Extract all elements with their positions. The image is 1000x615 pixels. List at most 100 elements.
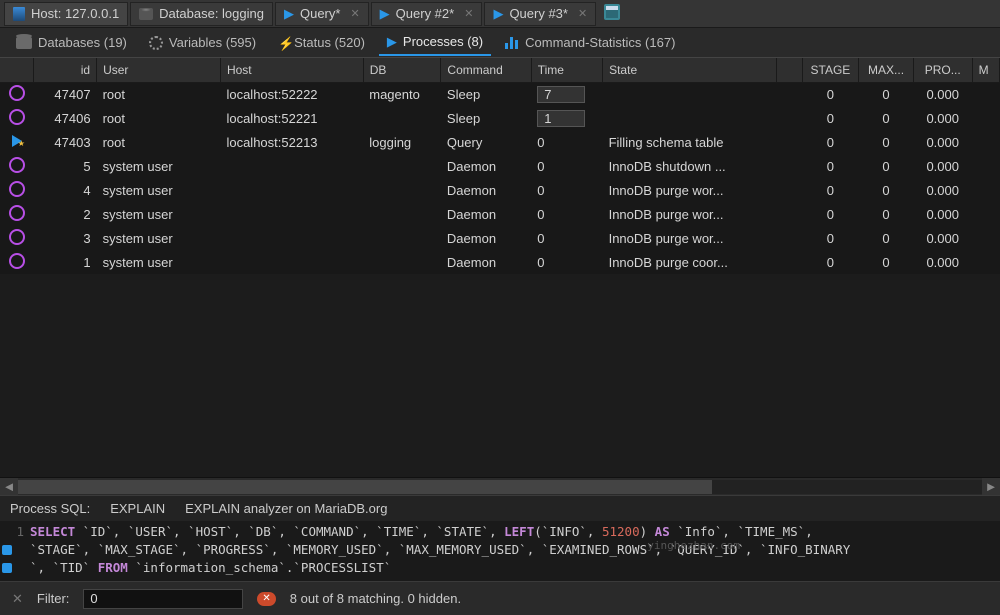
- cell-stage: 0: [802, 82, 859, 106]
- scroll-track[interactable]: [18, 480, 982, 494]
- row-status-icon: [9, 229, 25, 245]
- cell-command: Daemon: [441, 226, 531, 250]
- tab-variables[interactable]: Variables (595): [141, 31, 264, 54]
- clear-filter-button[interactable]: ✕: [257, 592, 275, 606]
- col-header-state[interactable]: State: [603, 58, 777, 82]
- col-header-user[interactable]: User: [97, 58, 221, 82]
- col-header-max[interactable]: MAX...: [859, 58, 914, 82]
- col-header-progress[interactable]: PRO...: [913, 58, 972, 82]
- cell-state: InnoDB purge coor...: [603, 250, 777, 274]
- tab-command-statistics[interactable]: Command-Statistics (167): [497, 31, 683, 54]
- cell-time-wrap: 0: [531, 202, 602, 226]
- cell-time-wrap: 0: [531, 250, 602, 274]
- col-header-blank[interactable]: [777, 58, 802, 82]
- query-tab-1-label: Query*: [300, 6, 340, 21]
- scroll-right-arrow[interactable]: ►: [982, 478, 1000, 496]
- database-tab[interactable]: Database: logging: [130, 2, 273, 26]
- cell-time-wrap: 0: [531, 130, 602, 154]
- table-row[interactable]: 2system userDaemon0InnoDB purge wor...00…: [0, 202, 1000, 226]
- top-tab-bar: Host: 127.0.0.1 Database: logging ▶ Quer…: [0, 0, 1000, 28]
- table-row[interactable]: 47406rootlocalhost:52221Sleep1000.000: [0, 106, 1000, 130]
- col-header-host[interactable]: Host: [220, 58, 363, 82]
- cell-time: 7: [537, 86, 585, 103]
- close-icon[interactable]: ✕: [578, 7, 587, 20]
- cell-command: Query: [441, 130, 531, 154]
- cell-host: localhost:52221: [220, 106, 363, 130]
- cell-time-wrap: 7: [531, 82, 602, 106]
- new-query-button[interactable]: [598, 4, 626, 23]
- cell-user: system user: [97, 202, 221, 226]
- table-row[interactable]: 47403rootlocalhost:52213loggingQuery0Fil…: [0, 130, 1000, 154]
- cell-state: InnoDB purge wor...: [603, 202, 777, 226]
- filter-input[interactable]: [83, 589, 243, 609]
- cell-blank: [777, 250, 802, 274]
- cell-host: [220, 250, 363, 274]
- cell-id: 1: [34, 250, 97, 274]
- query-tab-1[interactable]: ▶ Query* ✕: [275, 2, 369, 26]
- cell-stage: 0: [802, 154, 859, 178]
- col-header-time[interactable]: Time: [531, 58, 602, 82]
- sql-editor[interactable]: 1 SELECT `ID`, `USER`, `HOST`, `DB`, `CO…: [0, 521, 1000, 581]
- query-tab-2[interactable]: ▶ Query #2* ✕: [371, 2, 483, 26]
- cell-last: [972, 106, 999, 130]
- cell-max: 0: [859, 250, 914, 274]
- cell-host: localhost:52213: [220, 130, 363, 154]
- cell-stage: 0: [802, 226, 859, 250]
- cell-blank: [777, 178, 802, 202]
- cell-state: InnoDB purge wor...: [603, 226, 777, 250]
- scroll-thumb[interactable]: [18, 480, 712, 494]
- cell-last: [972, 82, 999, 106]
- tab-status[interactable]: ⚡ Status (520): [270, 31, 373, 54]
- col-header-command[interactable]: Command: [441, 58, 531, 82]
- col-header-stage[interactable]: STAGE: [802, 58, 859, 82]
- scroll-left-arrow[interactable]: ◄: [0, 478, 18, 496]
- table-row[interactable]: 4system userDaemon0InnoDB purge wor...00…: [0, 178, 1000, 202]
- cell-last: [972, 130, 999, 154]
- gutter-marker-icon: [2, 545, 12, 555]
- cell-user: system user: [97, 226, 221, 250]
- cell-command: Daemon: [441, 202, 531, 226]
- cell-progress: 0.000: [913, 130, 972, 154]
- explain-analyzer-link[interactable]: EXPLAIN analyzer on MariaDB.org: [185, 501, 387, 516]
- table-row[interactable]: 1system userDaemon0InnoDB purge coor...0…: [0, 250, 1000, 274]
- cell-last: [972, 226, 999, 250]
- cell-progress: 0.000: [913, 178, 972, 202]
- col-header-db[interactable]: DB: [363, 58, 441, 82]
- cell-stage: 0: [802, 202, 859, 226]
- cell-stage: 0: [802, 250, 859, 274]
- cell-db: [363, 154, 441, 178]
- cell-command: Sleep: [441, 82, 531, 106]
- cell-max: 0: [859, 130, 914, 154]
- new-query-icon: [604, 4, 620, 20]
- close-icon[interactable]: ✕: [464, 7, 473, 20]
- close-filter-icon[interactable]: ✕: [12, 591, 23, 607]
- tab-processes[interactable]: ▶ Processes (8): [379, 30, 491, 56]
- close-icon[interactable]: ✕: [350, 7, 359, 20]
- cell-progress: 0.000: [913, 82, 972, 106]
- tab-databases[interactable]: Databases (19): [8, 31, 135, 54]
- tab-variables-label: Variables (595): [169, 35, 256, 50]
- row-status-icon: [9, 253, 25, 269]
- cell-stage: 0: [802, 130, 859, 154]
- play-icon: ▶: [387, 34, 397, 50]
- query-tab-3[interactable]: ▶ Query #3* ✕: [484, 2, 596, 26]
- col-header-icon[interactable]: [0, 58, 34, 82]
- filter-status-text: 8 out of 8 matching. 0 hidden.: [290, 591, 461, 606]
- horizontal-scrollbar[interactable]: ◄ ►: [0, 477, 1000, 495]
- cell-db: [363, 178, 441, 202]
- table-row[interactable]: 47407rootlocalhost:52222magentoSleep7000…: [0, 82, 1000, 106]
- col-header-id[interactable]: id: [34, 58, 97, 82]
- col-header-last[interactable]: M: [972, 58, 999, 82]
- sql-toolbar: Process SQL: EXPLAIN EXPLAIN analyzer on…: [0, 495, 1000, 521]
- table-row[interactable]: 5system userDaemon0InnoDB shutdown ...00…: [0, 154, 1000, 178]
- table-row[interactable]: 3system userDaemon0InnoDB purge wor...00…: [0, 226, 1000, 250]
- explain-link[interactable]: EXPLAIN: [110, 501, 165, 516]
- cell-db: [363, 106, 441, 130]
- cell-state: [603, 82, 777, 106]
- cell-progress: 0.000: [913, 106, 972, 130]
- host-tab[interactable]: Host: 127.0.0.1: [4, 2, 128, 26]
- row-status-icon: [9, 205, 25, 221]
- row-status-icon: [9, 85, 25, 101]
- process-table[interactable]: id User Host DB Command Time State STAGE…: [0, 58, 1000, 274]
- filter-label: Filter:: [37, 591, 70, 606]
